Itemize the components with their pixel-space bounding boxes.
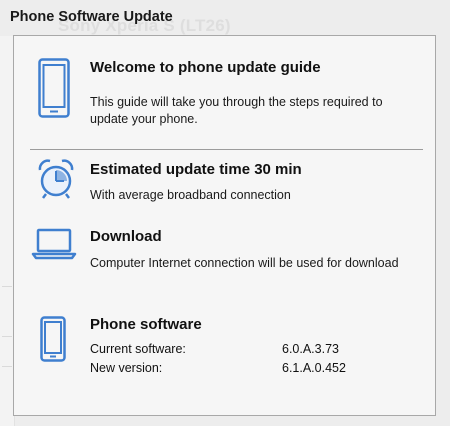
download-heading: Download: [90, 228, 162, 245]
download-section: Download Computer Internet connection wi…: [14, 220, 435, 300]
estimate-heading: Estimated update time 30 min: [90, 161, 302, 178]
current-software-label: Current software:: [90, 342, 186, 356]
welcome-section: Welcome to phone update guide This guide…: [14, 36, 435, 148]
background-divider: [2, 336, 12, 337]
new-version-label: New version:: [90, 361, 163, 375]
download-text: Computer Internet connection will be use…: [90, 256, 399, 270]
phone-small-icon: [40, 316, 66, 362]
welcome-text: This guide will take you through the ste…: [90, 95, 383, 126]
software-heading: Phone software: [90, 316, 202, 333]
new-version-row: New version: 6.1.A.0.452: [90, 361, 420, 378]
software-section: Phone software Current software: 6.0.A.3…: [14, 306, 435, 406]
update-guide-panel: Welcome to phone update guide This guide…: [13, 35, 436, 416]
current-software-row: Current software: 6.0.A.3.73: [90, 342, 420, 359]
dialog-title: Phone Software Update: [10, 9, 173, 25]
alarm-clock-icon: [36, 158, 76, 200]
phone-outline-icon: [38, 58, 70, 118]
estimate-section: Estimated update time 30 min With averag…: [14, 150, 435, 220]
background-divider: [2, 286, 12, 287]
new-version-value: 6.1.A.0.452: [282, 361, 346, 375]
background-divider: [2, 366, 12, 367]
current-software-value: 6.0.A.3.73: [282, 342, 339, 356]
laptop-icon: [31, 228, 77, 260]
estimate-text: With average broadband connection: [90, 188, 291, 202]
welcome-heading: Welcome to phone update guide: [90, 59, 321, 76]
